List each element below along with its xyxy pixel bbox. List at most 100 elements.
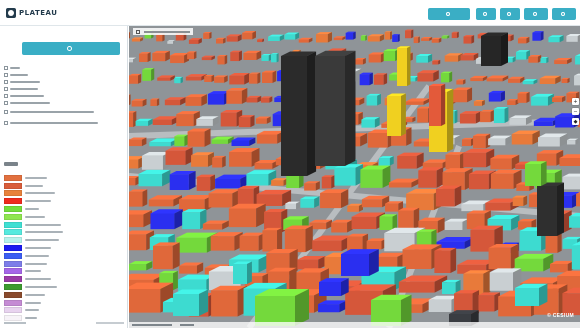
building-front[interactable]	[204, 76, 212, 82]
building-front[interactable]	[176, 114, 194, 127]
building-front[interactable]	[129, 159, 139, 169]
building-front[interactable]	[173, 294, 199, 316]
building-front[interactable]	[246, 97, 258, 103]
building-front[interactable]	[571, 245, 580, 270]
building-front[interactable]	[150, 99, 157, 106]
building-front[interactable]	[485, 202, 511, 211]
building-front[interactable]	[463, 152, 487, 168]
building-front[interactable]	[174, 78, 181, 84]
building-front[interactable]	[167, 41, 174, 44]
building-front[interactable]	[486, 78, 503, 82]
building-front[interactable]	[421, 38, 430, 41]
building-front[interactable]	[456, 80, 464, 85]
building-front[interactable]	[196, 119, 213, 126]
building-front[interactable]	[359, 74, 370, 86]
building-front[interactable]	[488, 93, 501, 102]
building-front[interactable]	[229, 151, 252, 167]
option-item[interactable]	[4, 99, 124, 106]
building-front[interactable]	[129, 264, 147, 271]
building-front[interactable]	[304, 183, 316, 191]
checkbox-icon[interactable]	[4, 65, 8, 70]
building-front[interactable]	[129, 234, 147, 251]
building-front[interactable]	[157, 77, 171, 81]
building-front[interactable]	[211, 290, 238, 317]
building-front[interactable]	[152, 119, 172, 126]
building-front[interactable]	[141, 155, 163, 170]
checkbox-icon[interactable]	[4, 86, 8, 91]
building-side[interactable]	[449, 71, 453, 83]
building-front[interactable]	[182, 212, 201, 230]
building-front[interactable]	[574, 75, 580, 86]
building-front[interactable]	[384, 32, 391, 40]
building-front[interactable]	[217, 56, 225, 65]
building-side[interactable]	[541, 161, 547, 186]
building-side[interactable]	[456, 31, 459, 39]
menu-button[interactable]	[552, 8, 576, 20]
building-front[interactable]	[226, 36, 238, 42]
building-front[interactable]	[460, 55, 474, 61]
building-front[interactable]	[379, 216, 393, 231]
building-front[interactable]	[321, 176, 332, 189]
building-front[interactable]	[561, 78, 568, 84]
building-side[interactable]	[151, 68, 155, 81]
building-front[interactable]	[129, 177, 136, 186]
building-front[interactable]	[142, 69, 152, 81]
option-item[interactable]	[4, 92, 124, 99]
building-front[interactable]	[555, 116, 574, 128]
building-front[interactable]	[367, 36, 380, 42]
building-front[interactable]	[507, 100, 516, 106]
building-front[interactable]	[441, 282, 456, 295]
building-side[interactable]	[305, 225, 313, 253]
building-side[interactable]	[222, 155, 226, 168]
building-front[interactable]	[187, 52, 195, 60]
building-front[interactable]	[522, 81, 534, 85]
building-front[interactable]	[129, 75, 139, 84]
building-front[interactable]	[373, 74, 384, 85]
building-side[interactable]	[199, 289, 209, 316]
building-front[interactable]	[331, 222, 348, 233]
building-front[interactable]	[418, 170, 437, 188]
building-side[interactable]	[331, 175, 335, 189]
building-front[interactable]	[191, 155, 208, 167]
building-front[interactable]	[468, 174, 489, 190]
building-side[interactable]	[156, 98, 160, 106]
building-front[interactable]	[211, 139, 228, 144]
building-side[interactable]	[173, 270, 178, 291]
building-front[interactable]	[461, 139, 471, 147]
building-front[interactable]	[262, 72, 273, 83]
building-front[interactable]	[242, 32, 253, 40]
building-front[interactable]	[416, 56, 428, 63]
building-front[interactable]	[413, 37, 419, 44]
building-front[interactable]	[517, 38, 527, 44]
building-side[interactable]	[276, 53, 279, 63]
building-front[interactable]	[488, 247, 511, 270]
option-item[interactable]	[4, 78, 124, 85]
building-front[interactable]	[378, 158, 390, 166]
building-front[interactable]	[531, 96, 548, 106]
building-front[interactable]	[417, 73, 434, 82]
building-side[interactable]	[392, 214, 398, 231]
building-front[interactable]	[185, 97, 202, 106]
building-front[interactable]	[383, 51, 396, 62]
building-front[interactable]	[402, 249, 432, 270]
building-front[interactable]	[567, 140, 576, 145]
building-front[interactable]	[398, 210, 414, 230]
building-front[interactable]	[135, 120, 149, 126]
building-side[interactable]	[210, 174, 216, 191]
building-front[interactable]	[281, 56, 307, 176]
building-front[interactable]	[300, 198, 315, 208]
building-front[interactable]	[284, 229, 306, 253]
building-side[interactable]	[247, 261, 252, 284]
building-side[interactable]	[272, 70, 277, 83]
building-front[interactable]	[366, 240, 382, 250]
building-front[interactable]	[576, 193, 580, 207]
checkbox-icon[interactable]	[4, 109, 8, 114]
checkbox-icon[interactable]	[4, 79, 8, 84]
building-front[interactable]	[533, 121, 553, 127]
zoom-out-button[interactable]: −	[572, 108, 579, 115]
building-front[interactable]	[562, 293, 580, 316]
building-front[interactable]	[297, 259, 319, 270]
building-front[interactable]	[229, 75, 245, 85]
building-front[interactable]	[185, 76, 202, 81]
building-side[interactable]	[142, 189, 148, 207]
